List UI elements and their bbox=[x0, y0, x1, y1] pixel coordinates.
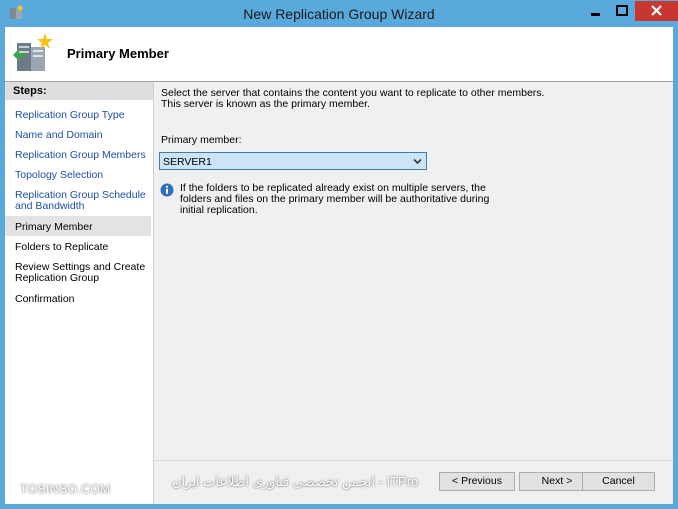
info-icon bbox=[160, 183, 174, 197]
wizard-header: Primary Member bbox=[5, 27, 673, 82]
step-schedule-and-bandwidth[interactable]: Replication Group Schedule and Bandwidth bbox=[15, 190, 149, 212]
step-replication-group-type[interactable]: Replication Group Type bbox=[15, 110, 149, 121]
watermark-site: TOSINSO.COM bbox=[20, 482, 111, 496]
main-pane: Select the server that contains the cont… bbox=[155, 82, 670, 460]
maximize-button[interactable] bbox=[609, 1, 635, 21]
window-title: New Replication Group Wizard bbox=[243, 6, 435, 22]
step-confirmation: Confirmation bbox=[15, 293, 75, 305]
minimize-icon bbox=[591, 13, 600, 16]
step-replication-group-members[interactable]: Replication Group Members bbox=[15, 150, 149, 161]
minimize-button[interactable] bbox=[582, 1, 609, 21]
step-review-settings: Review Settings and Create Replication G… bbox=[15, 261, 146, 284]
chevron-down-icon bbox=[413, 158, 422, 165]
description-line-2: This server is known as the primary memb… bbox=[161, 98, 370, 110]
watermark-forum: ITPro - انجمن تخصصی فناوری اطلاعات ایران bbox=[172, 474, 419, 489]
step-primary-member: Primary Member bbox=[15, 221, 93, 233]
wizard-window: New Replication Group Wizard Primary Mem… bbox=[0, 0, 678, 509]
wizard-client: Primary Member Steps: Replication Group … bbox=[5, 27, 673, 504]
primary-member-dropdown[interactable]: SERVER1 bbox=[159, 152, 427, 170]
steps-heading: Steps: bbox=[5, 82, 153, 100]
primary-member-value: SERVER1 bbox=[163, 156, 212, 168]
cancel-button[interactable]: Cancel bbox=[582, 472, 655, 491]
close-button[interactable] bbox=[635, 1, 678, 21]
step-topology-selection[interactable]: Topology Selection bbox=[15, 170, 149, 181]
maximize-icon bbox=[616, 5, 628, 16]
step-folders-to-replicate: Folders to Replicate bbox=[15, 241, 109, 253]
primary-member-label: Primary member: bbox=[161, 134, 242, 146]
info-message: If the folders to be replicated already … bbox=[180, 182, 490, 216]
close-icon bbox=[651, 5, 662, 16]
step-name-and-domain[interactable]: Name and Domain bbox=[15, 130, 149, 141]
title-bar[interactable]: New Replication Group Wizard bbox=[0, 0, 678, 27]
page-description: Select the server that contains the cont… bbox=[161, 88, 641, 110]
page-title: Primary Member bbox=[67, 46, 169, 61]
previous-button[interactable]: < Previous bbox=[439, 472, 515, 491]
button-separator bbox=[155, 460, 673, 461]
steps-pane: Steps: Replication Group Type Name and D… bbox=[5, 82, 154, 504]
steps-heading-label: Steps: bbox=[13, 85, 47, 97]
replication-group-icon bbox=[13, 33, 53, 71]
